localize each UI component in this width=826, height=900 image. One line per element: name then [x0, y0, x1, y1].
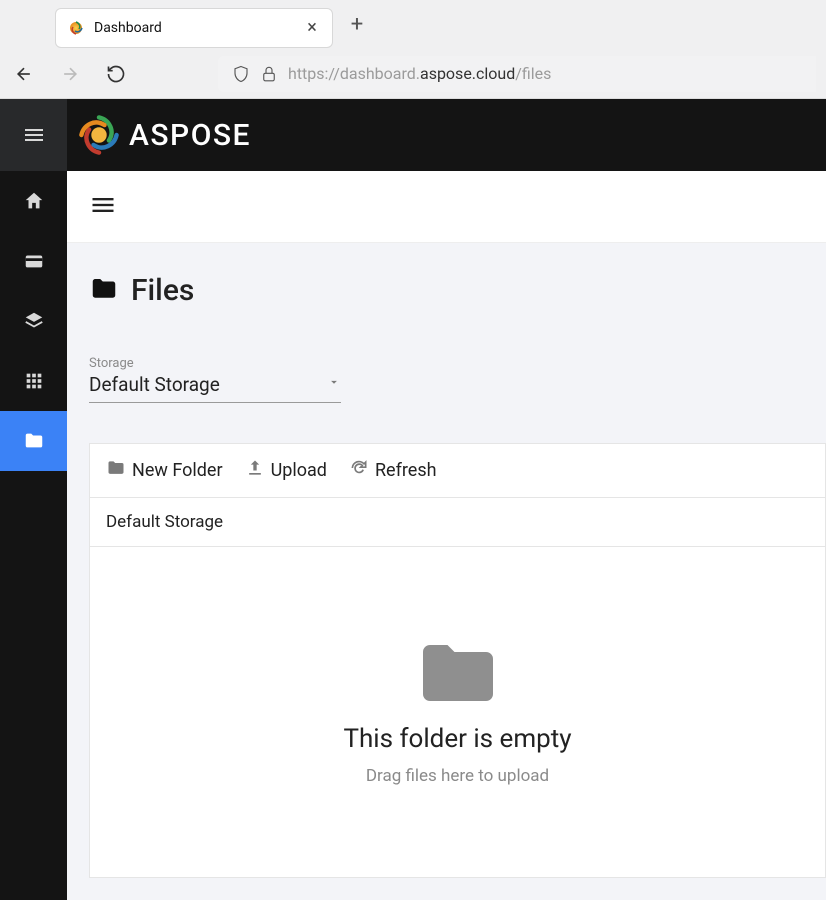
refresh-label: Refresh — [375, 460, 437, 481]
page-menu-button[interactable] — [89, 191, 117, 223]
new-folder-button[interactable]: New Folder — [106, 458, 223, 483]
url-host: aspose.cloud — [420, 64, 515, 83]
sidebar-item-apps[interactable] — [0, 351, 67, 411]
empty-subtitle: Drag files here to upload — [366, 766, 549, 786]
sidebar-toggle-button[interactable] — [0, 99, 67, 171]
breadcrumb[interactable]: Default Storage — [90, 498, 825, 547]
tab-title: Dashboard — [94, 20, 294, 36]
sidebar-item-layers[interactable] — [0, 291, 67, 351]
address-bar: https://dashboard.aspose.cloud/files — [0, 49, 826, 99]
nav-reload-button[interactable] — [102, 60, 130, 88]
refresh-icon — [349, 458, 369, 483]
nav-back-button[interactable] — [10, 60, 38, 88]
browser-chrome: Dashboard × + https://dashboard.aspose.c… — [0, 0, 826, 99]
url-prefix: https://dashboard. — [288, 64, 420, 83]
storage-select-value: Default Storage — [89, 371, 220, 396]
new-folder-label: New Folder — [132, 460, 223, 481]
brand-logo-icon — [77, 113, 121, 157]
sidebar-item-home[interactable] — [0, 171, 67, 231]
tab-close-icon[interactable]: × — [304, 17, 320, 38]
empty-title: This folder is empty — [343, 724, 571, 754]
folder-icon — [106, 458, 126, 483]
page-toolbar — [67, 171, 826, 243]
nav-forward-button — [56, 60, 84, 88]
browser-tab[interactable]: Dashboard × — [55, 8, 333, 48]
page-title-row: Files — [89, 273, 826, 308]
storage-select-label: Storage — [89, 356, 341, 371]
folder-large-icon — [415, 638, 501, 712]
empty-state[interactable]: This folder is empty Drag files here to … — [90, 547, 825, 877]
files-card: New Folder Upload Refresh Default Storag… — [89, 443, 826, 878]
address-url: https://dashboard.aspose.cloud/files — [288, 64, 551, 83]
app: ASPOSE Files Storage Default Storage — [0, 99, 826, 900]
brand-name: ASPOSE — [129, 118, 251, 153]
files-actions: New Folder Upload Refresh — [90, 444, 825, 498]
brand-bar: ASPOSE — [67, 99, 826, 171]
upload-icon — [245, 458, 265, 483]
storage-select[interactable]: Storage Default Storage — [89, 356, 341, 403]
lock-icon — [260, 65, 278, 83]
refresh-button[interactable]: Refresh — [349, 458, 437, 483]
shield-icon — [232, 65, 250, 83]
chevron-down-icon — [327, 374, 341, 393]
page-title: Files — [131, 273, 194, 308]
upload-button[interactable]: Upload — [245, 458, 327, 483]
tab-strip: Dashboard × + — [0, 0, 826, 49]
address-field[interactable]: https://dashboard.aspose.cloud/files — [218, 56, 816, 92]
breadcrumb-root: Default Storage — [106, 512, 223, 532]
main-column: ASPOSE Files Storage Default Storage — [67, 99, 826, 900]
page-area: Files Storage Default Storage New Folder — [67, 243, 826, 900]
sidebar — [0, 99, 67, 900]
upload-label: Upload — [271, 460, 327, 481]
sidebar-item-billing[interactable] — [0, 231, 67, 291]
tab-favicon-icon — [68, 20, 84, 36]
folder-icon — [89, 274, 119, 308]
new-tab-button[interactable]: + — [343, 12, 371, 37]
sidebar-item-files[interactable] — [0, 411, 67, 471]
url-path: /files — [515, 64, 551, 83]
